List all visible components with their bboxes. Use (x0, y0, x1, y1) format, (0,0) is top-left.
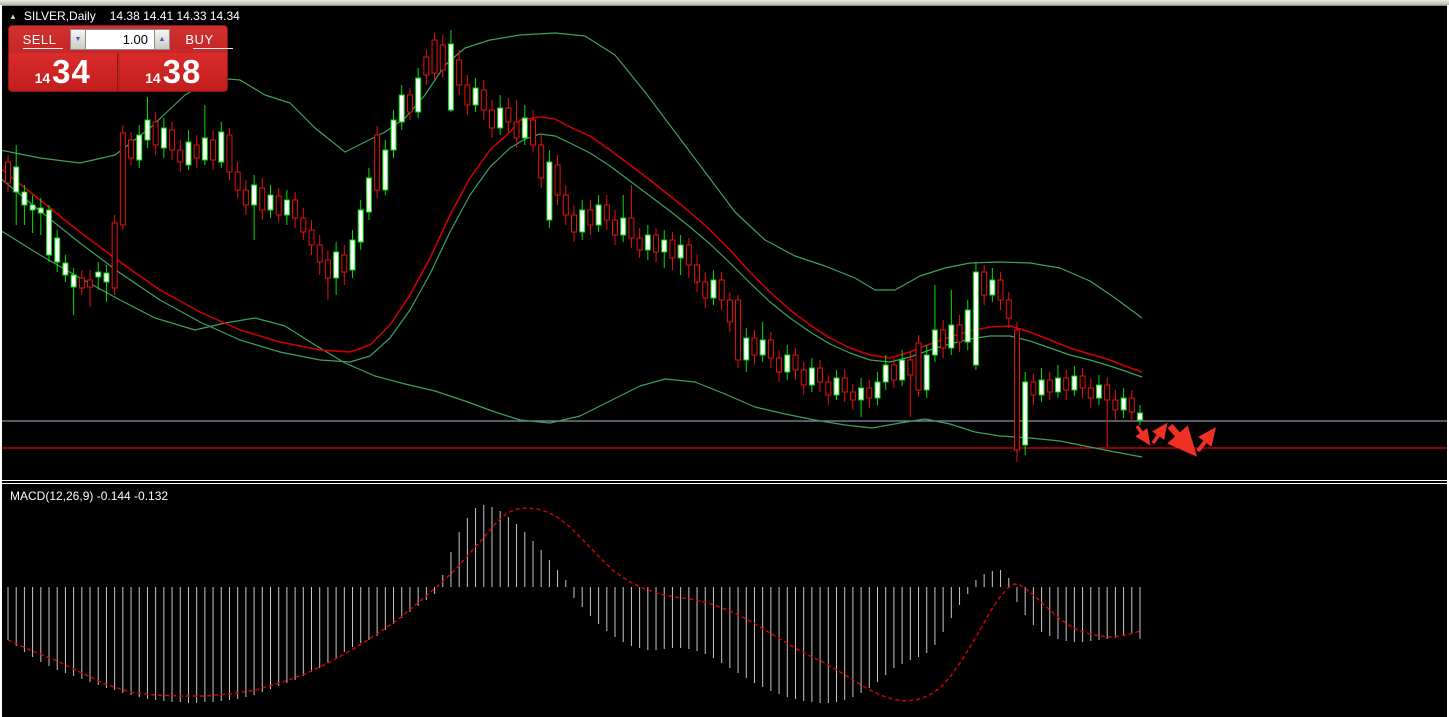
volume-increase-button[interactable]: ▲ (154, 29, 170, 50)
trading-terminal-window: ▲ SILVER,Daily 14.38 14.41 14.33 14.34 S… (0, 0, 1449, 717)
volume-decrease-button[interactable]: ▼ (70, 29, 86, 50)
sell-underline (23, 48, 63, 49)
collapse-chart-icon[interactable]: ▲ (9, 12, 17, 21)
sell-price-whole: 14 (35, 70, 51, 86)
buy-price-pips: 38 (163, 53, 202, 91)
chart-title-bar: ▲ SILVER,Daily 14.38 14.41 14.33 14.34 (9, 9, 240, 23)
panel-splitter-line-bottom[interactable] (0, 483, 1449, 484)
buy-button[interactable]: BUY (172, 31, 227, 48)
volume-input[interactable] (86, 29, 154, 50)
one-click-trade-panel: SELL ▼ ▲ BUY 14 34 14 38 (8, 25, 228, 92)
panel-splitter-line-top[interactable] (0, 480, 1449, 481)
sell-price-pips: 34 (52, 53, 91, 91)
sell-button[interactable]: SELL (13, 31, 66, 48)
buy-price-whole: 14 (145, 70, 161, 86)
sell-price-button[interactable]: 14 34 (9, 53, 118, 91)
buy-price-button[interactable]: 14 38 (120, 53, 228, 91)
window-border-left (0, 5, 2, 717)
trade-panel-price-row: 14 34 14 38 (9, 53, 227, 91)
macd-indicator-label: MACD(12,26,9) -0.144 -0.132 (10, 489, 168, 503)
buy-underline (193, 48, 233, 49)
chart-ohlc-quote: 14.38 14.41 14.33 14.34 (110, 9, 240, 23)
window-chrome-strip (0, 0, 1449, 6)
volume-stepper: ▼ ▲ (70, 29, 170, 50)
chart-symbol-period: SILVER,Daily (24, 9, 96, 23)
macd-indicator-chart[interactable] (0, 484, 1449, 717)
